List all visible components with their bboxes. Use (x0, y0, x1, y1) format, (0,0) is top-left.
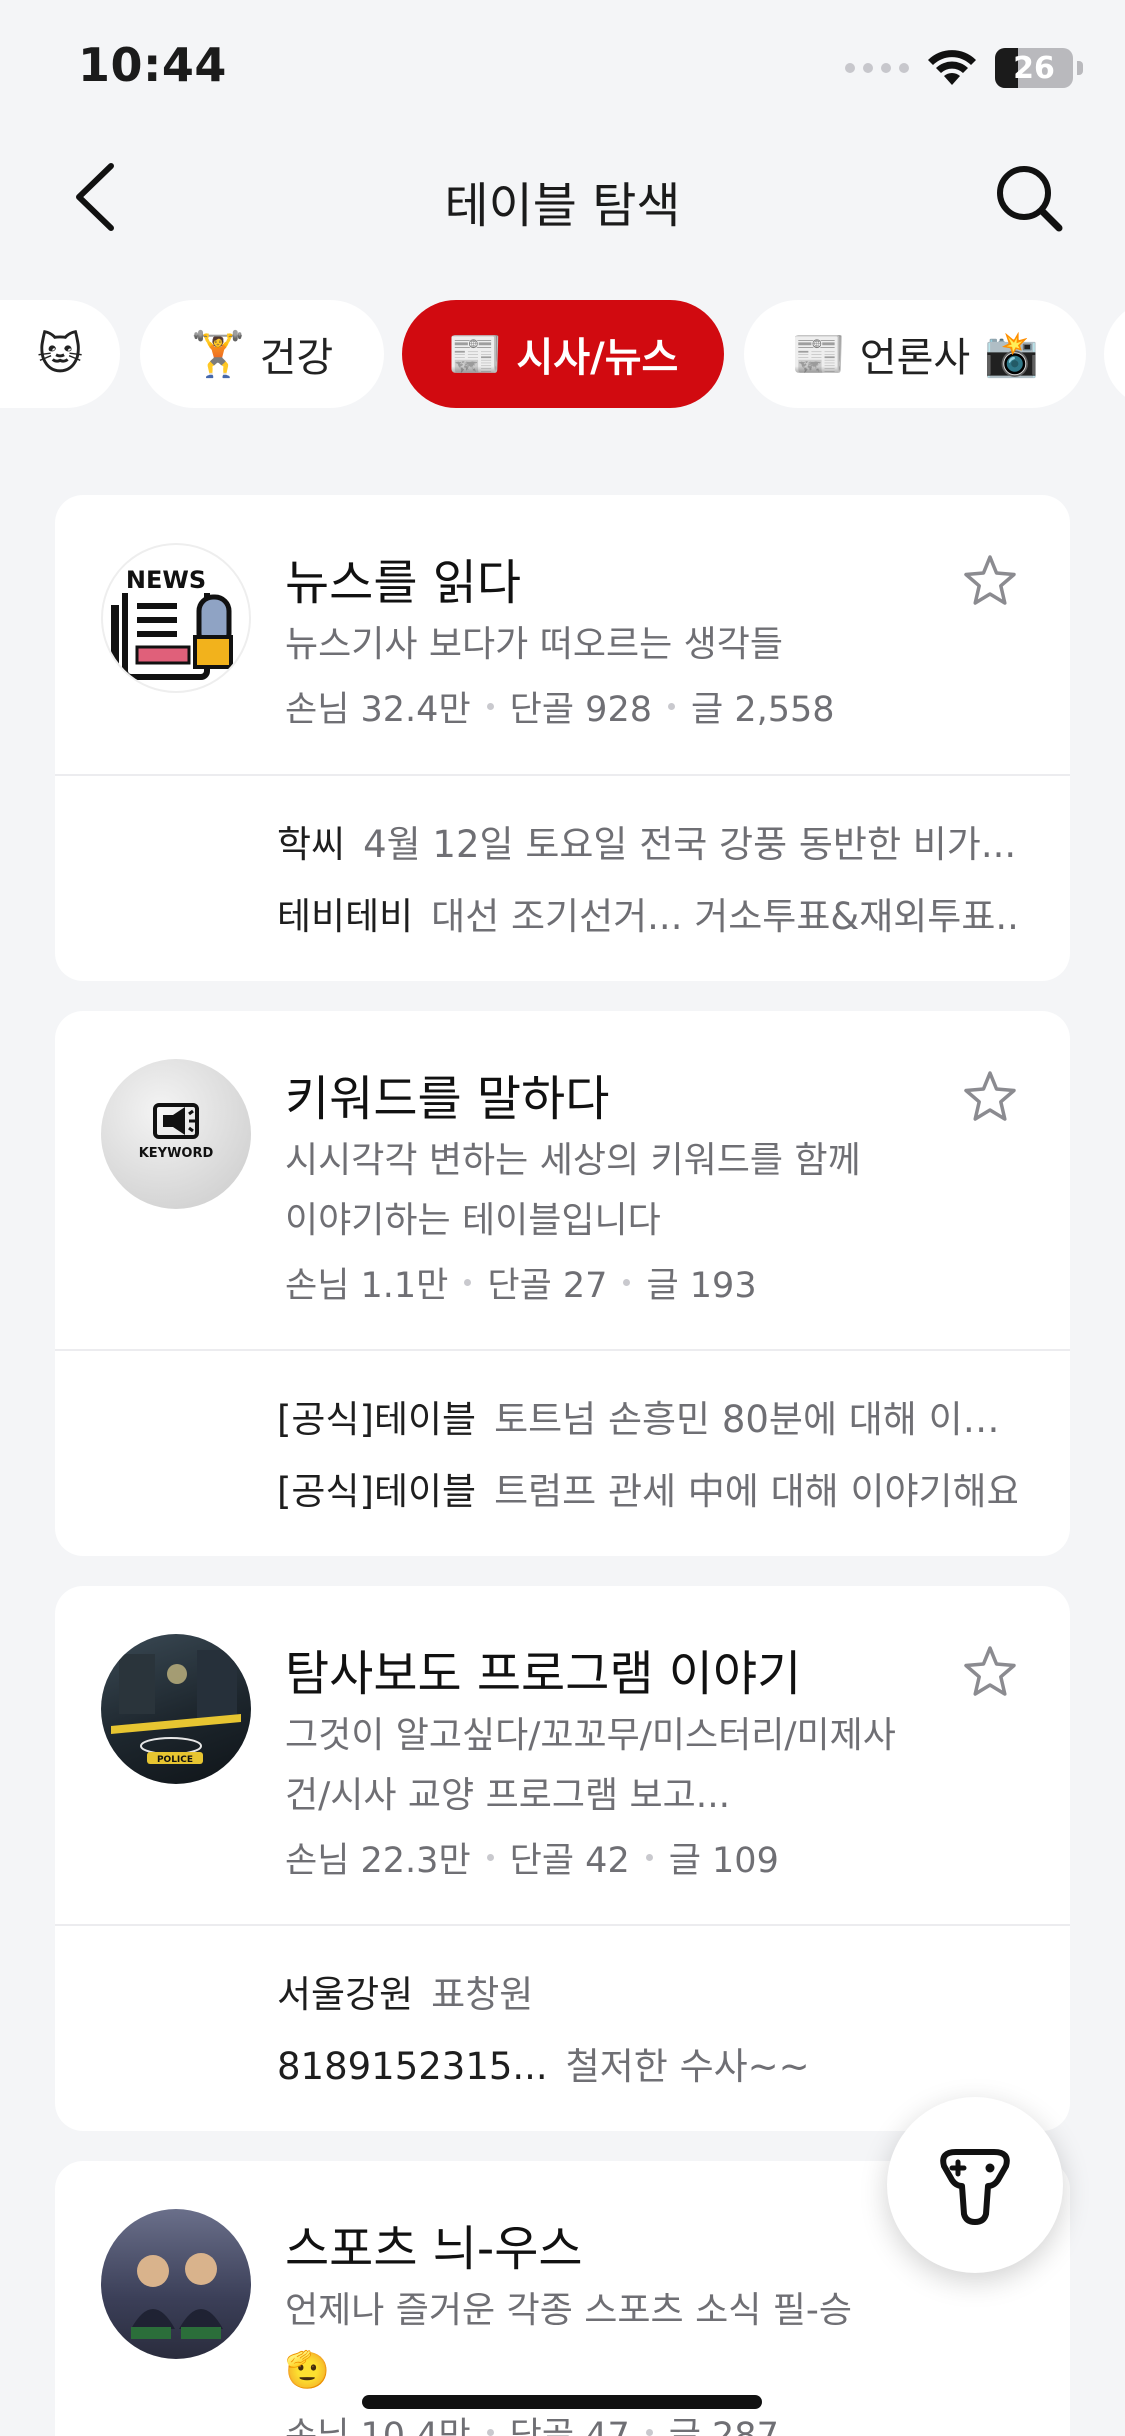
table-avatar: POLICE (101, 1634, 251, 1784)
card-header: KEYWORD 키워드를 말하다 시시각각 변하는 세상의 키워드를 함께 이야… (55, 1011, 1070, 1351)
guest-count: 손님 1.1만 (285, 1266, 449, 1306)
star-icon[interactable] (962, 553, 1018, 609)
star-icon[interactable] (962, 1069, 1018, 1125)
cellular-signal-icon (845, 63, 909, 73)
chip-current-affairs[interactable]: 📰 시사/뉴스 (402, 300, 724, 408)
post-preview: 토트넘 손흥민 80분에 대해 이… (494, 1398, 1000, 1441)
battery-level: 26 (1013, 51, 1055, 86)
post-author: [공식]테이블 (277, 1470, 477, 1513)
chip-label: 시사/뉴스 (516, 335, 679, 381)
navigation-header: 테이블 탐색 (0, 140, 1125, 250)
post-preview: 트럼프 관세 中에 대해 이야기해요 (494, 1470, 1017, 1513)
table-avatar: NEWS (101, 543, 251, 693)
post-author: 8189152315... (277, 2045, 548, 2088)
table-description: 언제나 즐거운 각종 스포츠 소식 필-승 🫡 (285, 2290, 853, 2391)
category-chips: 🐱 🏋️ 건강 📰 시사/뉴스 📰 언론사 📸 (0, 300, 1125, 408)
table-description: 그것이 알고싶다/꼬꼬무/미스터리/미제사건/시사 교양 프로그램 보고... (285, 1715, 896, 1816)
search-icon (997, 166, 1063, 232)
post-author: 학씨 (277, 823, 346, 866)
list-item[interactable]: 테비테비 대선 조기선거... 거소투표&재외투표... (277, 886, 1017, 940)
crime-scene-icon: POLICE (111, 1650, 241, 1765)
guest-count: 손님 32.4만 (285, 690, 471, 730)
wifi-icon (928, 50, 976, 85)
anchors-photo-icon (131, 2253, 223, 2339)
joystick-icon (940, 2149, 1010, 2225)
card-header: POLICE 탐사보도 프로그램 이야기 그것이 알고싶다/꼬꼬무/미스터리/미… (55, 1586, 1070, 1926)
newspaper-emoji-icon: 📰 (447, 329, 503, 380)
battery-cap (1077, 61, 1083, 75)
post-author: 서울강원 (277, 1973, 414, 2016)
megaphone-icon: KEYWORD (139, 1103, 214, 1161)
post-preview: 대선 조기선거... 거소투표&재외투표... (431, 895, 1017, 938)
regular-count: 단골 42 (509, 1841, 630, 1881)
post-count: 글 109 (668, 1841, 779, 1881)
table-stats: 손님 32.4만 단골 928 글 2,558 (285, 681, 835, 732)
recent-posts: [공식]테이블 토트넘 손흥민 80분에 대해 이… [공식]테이블 트럼프 관세 … (55, 1351, 1070, 1556)
post-count: 글 193 (646, 1266, 757, 1306)
post-author: [공식]테이블 (277, 1398, 477, 1441)
status-indicators: 26 (845, 48, 1083, 88)
weightlifter-emoji-icon: 🏋️ (190, 329, 246, 380)
table-description: 뉴스기사 보다가 떠오르는 생각들 (285, 624, 784, 665)
regular-count: 단골 47 (509, 2416, 630, 2436)
newspaper-emoji-icon: 📰 (791, 329, 846, 380)
table-title: 탐사보도 프로그램 이야기 (285, 1646, 802, 1702)
chip-cat[interactable]: 🐱 (0, 300, 120, 408)
guest-count: 손님 22.3만 (285, 1841, 471, 1881)
chip-label: 언론사 (859, 335, 971, 381)
post-preview: 표창원 (431, 1973, 534, 2016)
chip-label: 건강 (259, 335, 334, 381)
page-title: 테이블 탐색 (444, 178, 681, 234)
table-avatar: KEYWORD (101, 1059, 251, 1209)
table-title: 키워드를 말하다 (285, 1071, 610, 1127)
status-bar: 10:44 26 (0, 0, 1125, 140)
post-preview: 4월 12일 토요일 전국 강풍 동반한 비가... (363, 823, 1017, 866)
recent-posts: 학씨 4월 12일 토요일 전국 강풍 동반한 비가... 테비테비 대선 조기선거… (55, 776, 1070, 981)
table-card[interactable]: POLICE 탐사보도 프로그램 이야기 그것이 알고싶다/꼬꼬무/미스터리/미… (55, 1586, 1070, 2131)
post-author: 테비테비 (277, 895, 414, 938)
table-description: 시시각각 변하는 세상의 키워드를 함께 이야기하는 테이블입니다 (285, 1140, 861, 1241)
table-card[interactable]: KEYWORD 키워드를 말하다 시시각각 변하는 세상의 키워드를 함께 이야… (55, 1011, 1070, 1556)
police-tape-text: POLICE (157, 1755, 193, 1765)
table-title: 스포츠 늬-우스 (285, 2221, 583, 2277)
camera-flash-emoji-icon: 📸 (984, 329, 1039, 380)
regular-count: 단골 928 (509, 690, 652, 730)
table-card[interactable]: NEWS 뉴스를 읽다 뉴스기사 보다가 떠오르는 생각들 손님 32.4만 단… (55, 495, 1070, 981)
post-count: 글 287 (668, 2416, 779, 2436)
game-fab-button[interactable] (887, 2097, 1063, 2273)
home-indicator[interactable] (362, 2395, 762, 2409)
regular-count: 단골 27 (487, 1266, 608, 1306)
post-preview: 철저한 수사~~ (565, 2045, 810, 2088)
post-count: 글 2,558 (691, 690, 835, 730)
search-button[interactable] (989, 158, 1069, 238)
chip-next[interactable] (1104, 300, 1125, 408)
keyword-logo-text: KEYWORD (139, 1146, 214, 1161)
table-explore-screen: 10:44 26 테이블 탐색 🐱 🏋️ 건강 📰 시사/뉴스 📰 언론사 📸 … (0, 0, 1125, 2436)
table-title: 뉴스를 읽다 (285, 555, 522, 611)
star-icon[interactable] (962, 1644, 1018, 1700)
chip-health[interactable]: 🏋️ 건강 (140, 300, 384, 408)
table-stats: 손님 22.3만 단골 42 글 109 (285, 1832, 779, 1883)
table-stats: 손님 1.1만 단골 27 글 193 (285, 1257, 757, 1308)
list-item[interactable]: 학씨 4월 12일 토요일 전국 강풍 동반한 비가... (277, 814, 1017, 868)
list-item[interactable]: 서울강원 표창원 (277, 1964, 1017, 2018)
card-header: NEWS 뉴스를 읽다 뉴스기사 보다가 떠오르는 생각들 손님 32.4만 단… (55, 495, 1070, 776)
guest-count: 손님 10.4만 (285, 2416, 471, 2436)
battery-icon: 26 (995, 48, 1073, 88)
recent-posts: 서울강원 표창원 8189152315... 철저한 수사~~ (55, 1926, 1070, 2131)
list-item[interactable]: [공식]테이블 토트넘 손흥민 80분에 대해 이… (277, 1389, 1017, 1443)
table-avatar (101, 2209, 251, 2359)
cat-emoji-icon: 🐱 (37, 328, 83, 380)
svg-text:NEWS: NEWS (126, 566, 206, 594)
table-stats: 손님 10.4만 단골 47 글 287 (285, 2407, 779, 2436)
list-item[interactable]: [공식]테이블 트럼프 관세 中에 대해 이야기해요 (277, 1461, 1017, 1515)
news-icon: NEWS (111, 563, 233, 680)
list-item[interactable]: 8189152315... 철저한 수사~~ (277, 2036, 1017, 2090)
status-time: 10:44 (78, 38, 227, 92)
chip-press[interactable]: 📰 언론사 📸 (744, 300, 1086, 408)
